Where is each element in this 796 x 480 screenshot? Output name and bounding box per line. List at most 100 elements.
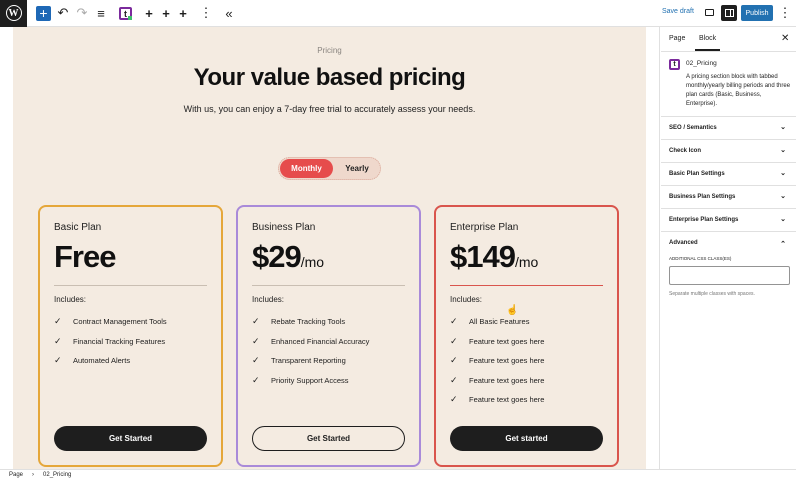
check-icon: ✓ bbox=[450, 316, 458, 326]
feature-item: ✓ Feature text goes here bbox=[450, 355, 545, 366]
css-class-label: ADDITIONAL CSS CLASS(ES) bbox=[669, 256, 732, 261]
basic-plan-card[interactable]: Basic Plan Free Includes: ✓ Contract Mana… bbox=[38, 205, 223, 467]
feature-item: ✓ Priority Support Access bbox=[252, 374, 349, 385]
feature-list: ✓ Contract Management Tools ✓ Financial Tr… bbox=[54, 317, 167, 376]
save-draft-button[interactable]: Save draft bbox=[662, 8, 694, 15]
css-class-help: Separate multiple classes with spaces. bbox=[669, 291, 755, 297]
breadcrumb-separator: › bbox=[32, 472, 35, 478]
insert-block-button-1[interactable]: + bbox=[143, 5, 155, 21]
hand-cursor-icon: ☝ bbox=[506, 305, 519, 316]
feature-list: ✓ Rebate Tracking Tools ✓ Enhanced Financi… bbox=[252, 317, 369, 395]
check-icon: ✓ bbox=[252, 374, 260, 385]
close-icon[interactable]: ✕ bbox=[781, 33, 789, 44]
panel-section-enterprise-plan[interactable]: Enterprise Plan Settings ⌄ bbox=[661, 208, 796, 231]
redo-icon[interactable]: ↷ bbox=[76, 5, 88, 21]
plan-divider bbox=[252, 285, 405, 286]
block-title: 02_Pricing bbox=[686, 60, 717, 67]
sidebar-tabs: Page Block ✕ bbox=[661, 27, 796, 52]
business-plan-card[interactable]: Business Plan $29/mo Includes: ✓ Rebate T… bbox=[236, 205, 421, 467]
plan-price: Free bbox=[54, 239, 116, 274]
list-view-icon[interactable]: ≡ bbox=[95, 5, 107, 21]
feature-item: ✓ Financial Tracking Features bbox=[54, 335, 166, 346]
check-icon: ✓ bbox=[252, 316, 260, 326]
collapse-toolbar-icon[interactable]: « bbox=[223, 5, 235, 21]
preview-icon[interactable] bbox=[705, 9, 714, 16]
chevron-up-icon: ⌃ bbox=[780, 241, 786, 248]
feature-item: ✓ Enhanced Financial Accuracy bbox=[252, 335, 370, 346]
plan-price: $149/mo bbox=[450, 239, 539, 274]
feature-item: ✓ Feature text goes here bbox=[450, 374, 545, 385]
panel-section-advanced[interactable]: Advanced ⌃ bbox=[661, 231, 796, 254]
feature-item: ✓ Rebate Tracking Tools bbox=[252, 316, 346, 327]
billing-period-toggle: Monthly Yearly bbox=[278, 157, 381, 180]
tab-block[interactable]: Block bbox=[694, 35, 721, 51]
chevron-down-icon: ⌄ bbox=[780, 170, 786, 177]
section-subline[interactable]: With us, you can enjoy a 7-day free tria… bbox=[13, 104, 646, 114]
panel-section-basic-plan[interactable]: Basic Plan Settings ⌄ bbox=[661, 162, 796, 185]
includes-label: Includes: bbox=[54, 295, 87, 304]
get-started-button[interactable]: Get Started bbox=[252, 426, 405, 451]
check-icon: ✓ bbox=[450, 355, 458, 365]
plan-price: $29/mo bbox=[252, 239, 325, 274]
block-description: A pricing section block with tabbed mont… bbox=[686, 74, 791, 107]
settings-sidebar: Page Block ✕ t 02_Pricing A pricing sect… bbox=[661, 27, 796, 469]
plan-name: Basic Plan bbox=[54, 222, 102, 233]
feature-item: ✓ Transparent Reporting bbox=[252, 355, 346, 366]
chevron-down-icon: ⌄ bbox=[780, 147, 786, 154]
plan-name: Enterprise Plan bbox=[450, 222, 519, 233]
check-icon: ✓ bbox=[54, 335, 62, 346]
tab-page[interactable]: Page bbox=[669, 35, 685, 42]
check-icon: ✓ bbox=[252, 355, 260, 365]
feature-item: ✓ Contract Management Tools bbox=[54, 316, 167, 327]
feature-item: ✓ All Basic Features bbox=[450, 316, 530, 327]
block-type-icon[interactable]: t bbox=[119, 7, 132, 20]
section-eyebrow[interactable]: Pricing bbox=[13, 46, 646, 55]
check-icon: ✓ bbox=[54, 316, 62, 326]
sidebar-icon bbox=[724, 9, 734, 17]
yearly-tab[interactable]: Yearly bbox=[336, 159, 378, 178]
chevron-down-icon: ⌄ bbox=[780, 216, 786, 223]
breadcrumb: Page › 02_Pricing bbox=[0, 469, 796, 480]
feature-list: ✓ All Basic Features ✓ Feature text goes h… bbox=[450, 317, 544, 415]
wordpress-logo[interactable]: W bbox=[0, 0, 27, 27]
insert-block-button-2[interactable]: + bbox=[160, 5, 172, 21]
pricing-section[interactable]: Pricing Your value based pricing With us… bbox=[13, 27, 646, 469]
panel-section-check-icon[interactable]: Check Icon ⌄ bbox=[661, 139, 796, 162]
breadcrumb-block[interactable]: 02_Pricing bbox=[43, 472, 71, 478]
block-icon: t bbox=[669, 59, 680, 70]
check-icon: ✓ bbox=[252, 335, 260, 346]
css-class-input[interactable] bbox=[669, 266, 790, 285]
chevron-down-icon: ⌄ bbox=[780, 124, 786, 131]
more-options-icon[interactable]: ⋮ bbox=[200, 5, 213, 21]
feature-item: ✓ Feature text goes here bbox=[450, 335, 545, 346]
feature-item: ✓ Automated Alerts bbox=[54, 355, 131, 366]
panel-section-business-plan[interactable]: Business Plan Settings ⌄ bbox=[661, 185, 796, 208]
editor-toolbar: W + ↶ ↷ ≡ t + + + ⋮ « Save draft Publish… bbox=[0, 0, 796, 27]
undo-icon[interactable]: ↶ bbox=[57, 5, 69, 21]
breadcrumb-page[interactable]: Page bbox=[9, 472, 23, 478]
options-menu-icon[interactable]: ⋮ bbox=[779, 5, 792, 21]
monthly-tab[interactable]: Monthly bbox=[280, 159, 333, 178]
check-icon: ✓ bbox=[450, 335, 458, 346]
get-started-button[interactable]: Get started bbox=[450, 426, 603, 451]
plan-name: Business Plan bbox=[252, 222, 316, 233]
plan-divider bbox=[450, 285, 603, 286]
get-started-button[interactable]: Get Started bbox=[54, 426, 207, 451]
check-icon: ✓ bbox=[54, 355, 62, 365]
enterprise-plan-card[interactable]: Enterprise Plan $149/mo Includes: ✓ All B… bbox=[434, 205, 619, 467]
section-headline[interactable]: Your value based pricing bbox=[13, 64, 646, 92]
includes-label: Includes: bbox=[450, 295, 483, 304]
includes-label: Includes: bbox=[252, 295, 285, 304]
check-icon: ✓ bbox=[450, 374, 458, 385]
plan-divider bbox=[54, 285, 207, 286]
panel-section-seo[interactable]: SEO / Semantics ⌄ bbox=[661, 116, 796, 139]
publish-button[interactable]: Publish bbox=[741, 5, 773, 21]
add-block-button[interactable]: + bbox=[36, 6, 51, 21]
wordpress-icon: W bbox=[5, 5, 22, 21]
insert-block-button-3[interactable]: + bbox=[177, 5, 189, 21]
check-icon: ✓ bbox=[450, 394, 458, 404]
feature-item: ✓ Feature text goes here bbox=[450, 394, 545, 405]
editor-canvas: Pricing Your value based pricing With us… bbox=[0, 27, 660, 469]
chevron-down-icon: ⌄ bbox=[780, 193, 786, 200]
settings-sidebar-toggle[interactable] bbox=[721, 5, 737, 21]
